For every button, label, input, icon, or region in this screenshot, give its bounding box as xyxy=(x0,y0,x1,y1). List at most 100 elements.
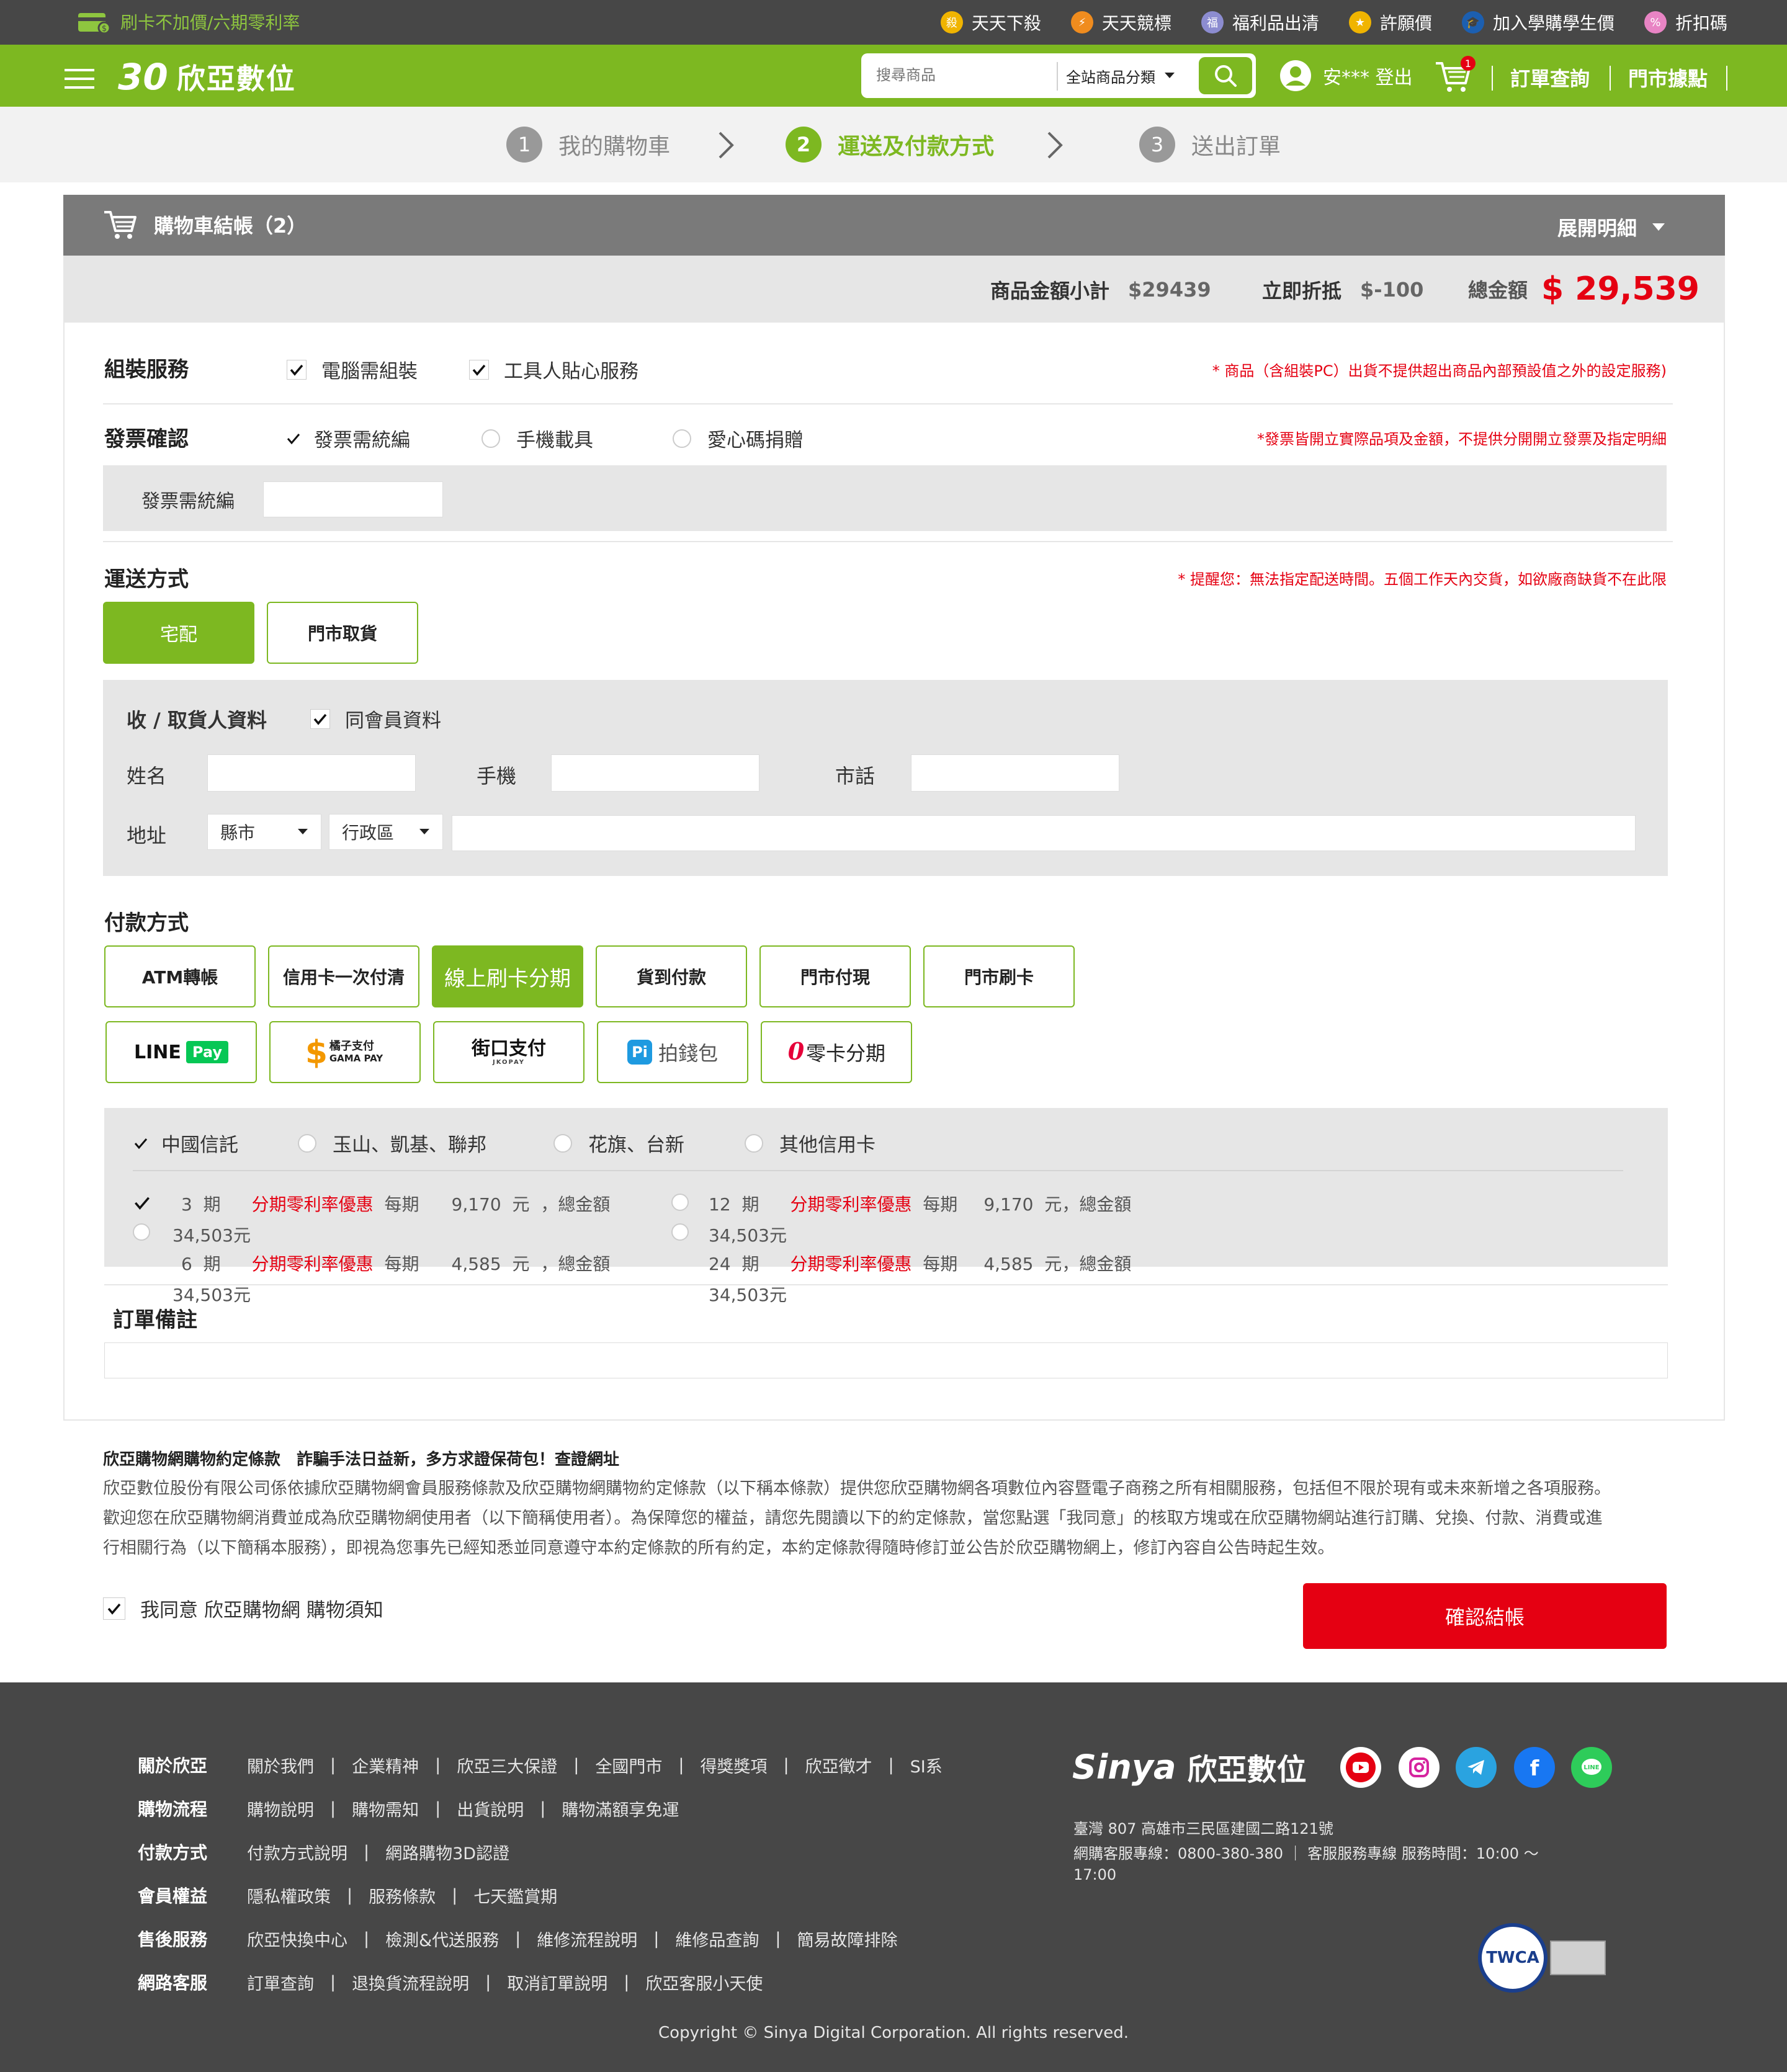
footer-link[interactable]: 欣亞客服小天使 xyxy=(645,1970,763,1994)
top-link-student[interactable]: 🎓 加入學購學生價 xyxy=(1461,10,1615,35)
agree-checkbox[interactable]: 我同意 欣亞購物網 購物須知 xyxy=(103,1594,383,1622)
step-cart: 1 我的購物車 xyxy=(506,124,670,165)
footer xyxy=(0,1682,1787,2072)
payment-zerocard-button[interactable]: 0 零卡分期 xyxy=(761,1021,912,1083)
footer-link[interactable]: 欣亞徵才 xyxy=(805,1753,872,1777)
cart-icon xyxy=(104,211,137,239)
footer-link[interactable]: SI系 xyxy=(910,1753,943,1777)
youtube-icon[interactable] xyxy=(1340,1747,1381,1788)
top-link-auction[interactable]: ⚡ 天天競標 xyxy=(1070,10,1171,35)
shipping-home-delivery-button[interactable]: 宅配 xyxy=(103,602,254,664)
instagram-icon[interactable] xyxy=(1399,1747,1440,1788)
installment-3[interactable]: 3 期 分期零利率優惠 每期 9,170 元 ，總金額 xyxy=(181,1191,610,1216)
store-locations-link[interactable]: 門市據點 xyxy=(1628,60,1708,96)
mobile-input[interactable] xyxy=(551,754,759,792)
taxid-input[interactable] xyxy=(263,481,443,517)
payment-installment-button[interactable]: 線上刷卡分期 xyxy=(432,945,583,1007)
payment-store-cash-button[interactable]: 門市付現 xyxy=(759,945,911,1007)
invoice-option-taxid[interactable]: 發票需統編 xyxy=(287,424,410,452)
footer-link[interactable]: 訂單查詢 xyxy=(247,1970,314,1994)
invoice-option-donation[interactable]: 愛心碼捐贈 xyxy=(673,424,804,452)
footer-link[interactable]: 隱私權政策 xyxy=(247,1883,331,1908)
footer-link[interactable]: 全國門市 xyxy=(595,1753,662,1777)
payment-jkopay-button[interactable]: 街口支付 JKOPAY xyxy=(433,1021,584,1083)
hamburger-menu-icon[interactable] xyxy=(65,68,94,90)
assembly-option-pc[interactable]: 電腦需組裝 xyxy=(287,355,418,383)
footer-link[interactable]: 購物需知 xyxy=(352,1797,419,1821)
phone-label: 市話 xyxy=(835,764,876,788)
shipping-store-pickup-button[interactable]: 門市取貨 xyxy=(267,602,418,664)
bank-esun[interactable]: 玉山、凱基、聯邦 xyxy=(298,1129,486,1157)
top-link-clearance[interactable]: 福福利品出清 xyxy=(1201,10,1319,35)
installment-12[interactable]: 12 期 分期零利率優惠 每期 9,170 元，總金額 xyxy=(709,1191,1131,1216)
footer-link[interactable]: 維修品查詢 xyxy=(675,1927,759,1951)
confirm-checkout-button[interactable]: 確認結帳 xyxy=(1303,1583,1667,1649)
district-select[interactable]: 行政區 xyxy=(329,814,443,850)
payment-atm-button[interactable]: ATM轉帳 xyxy=(104,945,256,1007)
user-menu[interactable]: 安*** 登出 xyxy=(1279,58,1413,93)
site-logo[interactable]: 30 欣亞數位 xyxy=(118,56,296,98)
radio[interactable] xyxy=(133,1223,150,1241)
footer-link[interactable]: 維修流程說明 xyxy=(537,1927,637,1951)
footer-link[interactable]: 欣亞三大保證 xyxy=(457,1753,557,1777)
footer-link[interactable]: 簡易故障排除 xyxy=(797,1927,898,1951)
footer-link[interactable]: 購物說明 xyxy=(247,1797,314,1821)
payment-piwallet-button[interactable]: Pi 拍錢包 xyxy=(597,1021,748,1083)
radio[interactable] xyxy=(671,1194,689,1211)
bank-other[interactable]: 其他信用卡 xyxy=(745,1129,876,1157)
search-button[interactable] xyxy=(1199,57,1252,94)
bank-citi[interactable]: 花旗、台新 xyxy=(553,1129,684,1157)
payment-linepay-button[interactable]: LINE Pay xyxy=(105,1021,257,1083)
top-link-wish-price[interactable]: ★ 許願價 xyxy=(1348,10,1432,35)
payment-cod-button[interactable]: 貨到付款 xyxy=(596,945,747,1007)
telegram-icon[interactable] xyxy=(1456,1747,1497,1788)
address-input[interactable] xyxy=(452,815,1636,851)
payment-credit-full-button[interactable]: 信用卡一次付清 xyxy=(268,945,419,1007)
footer-link[interactable]: 網路購物3D認證 xyxy=(385,1840,509,1864)
footer-link[interactable]: 得獎獎項 xyxy=(700,1753,767,1777)
invoice-option-mobile-carrier[interactable]: 手機載具 xyxy=(481,424,593,452)
footer-link[interactable]: 退換貨流程說明 xyxy=(352,1970,469,1994)
header-divider xyxy=(1610,66,1611,91)
footer-link[interactable]: 付款方式說明 xyxy=(247,1840,347,1864)
search-input[interactable] xyxy=(876,57,1047,94)
invoice-option-label: 愛心碼捐贈 xyxy=(707,429,804,452)
facebook-icon[interactable]: f xyxy=(1514,1747,1555,1788)
category-select[interactable]: 全站商品分類 xyxy=(1066,57,1190,94)
expand-details-button[interactable]: 展開明細 xyxy=(1557,210,1665,244)
installment-24[interactable]: 24 期 分期零利率優惠 每期 4,585 元，總金額 xyxy=(709,1251,1131,1275)
payment-gamapay-button[interactable]: $ 橘子支付 GAMA PAY xyxy=(269,1021,421,1083)
promo-link[interactable]: $ 刷卡不加價/六期零利率 xyxy=(77,6,300,37)
bank-ctbc[interactable]: 中國信託 xyxy=(134,1129,238,1157)
phone-input[interactable] xyxy=(911,754,1119,792)
city-select[interactable]: 縣市 xyxy=(207,814,321,850)
address-label: 地址 xyxy=(127,824,167,847)
name-input[interactable] xyxy=(207,754,416,792)
same-as-member-checkbox[interactable]: 同會員資料 xyxy=(310,705,441,733)
top-link-flash-sale[interactable]: 殺天天下殺 xyxy=(940,10,1041,35)
checkmark-icon[interactable] xyxy=(134,1195,150,1211)
payment-store-card-button[interactable]: 門市刷卡 xyxy=(923,945,1075,1007)
checkbox xyxy=(310,708,330,729)
cart-button[interactable]: 1 xyxy=(1433,56,1476,96)
order-remarks-input[interactable] xyxy=(104,1342,1668,1378)
assembly-option-service[interactable]: 工具人貼心服務 xyxy=(469,355,638,383)
top-link-coupon[interactable]: % 折扣碼 xyxy=(1644,10,1727,35)
installment-6[interactable]: 6 期 分期零利率優惠 每期 4,585 元 ，總金額 xyxy=(181,1251,610,1275)
radio[interactable] xyxy=(671,1223,689,1241)
footer-separator: | xyxy=(485,1972,491,1992)
footer-link[interactable]: 企業精神 xyxy=(352,1753,419,1777)
footer-link[interactable]: 欣亞快換中心 xyxy=(247,1927,347,1951)
order-query-link[interactable]: 訂單查詢 xyxy=(1510,60,1590,96)
header-divider xyxy=(1726,66,1727,91)
footer-link[interactable]: 取消訂單說明 xyxy=(507,1970,607,1994)
footer-link[interactable]: 出貨說明 xyxy=(457,1797,524,1821)
footer-link[interactable]: 檢測&代送服務 xyxy=(385,1927,499,1951)
line-icon[interactable]: LINE xyxy=(1571,1747,1612,1788)
footer-link[interactable]: 服務條款 xyxy=(369,1883,436,1908)
twca-badge[interactable]: TWCA xyxy=(1478,1923,1611,1993)
footer-logo[interactable]: Sinya 欣亞數位 xyxy=(1072,1742,1307,1792)
footer-link[interactable]: 七天鑑賞期 xyxy=(473,1883,557,1908)
footer-link[interactable]: 關於我們 xyxy=(247,1753,314,1777)
footer-link[interactable]: 購物滿額享免運 xyxy=(562,1797,679,1821)
